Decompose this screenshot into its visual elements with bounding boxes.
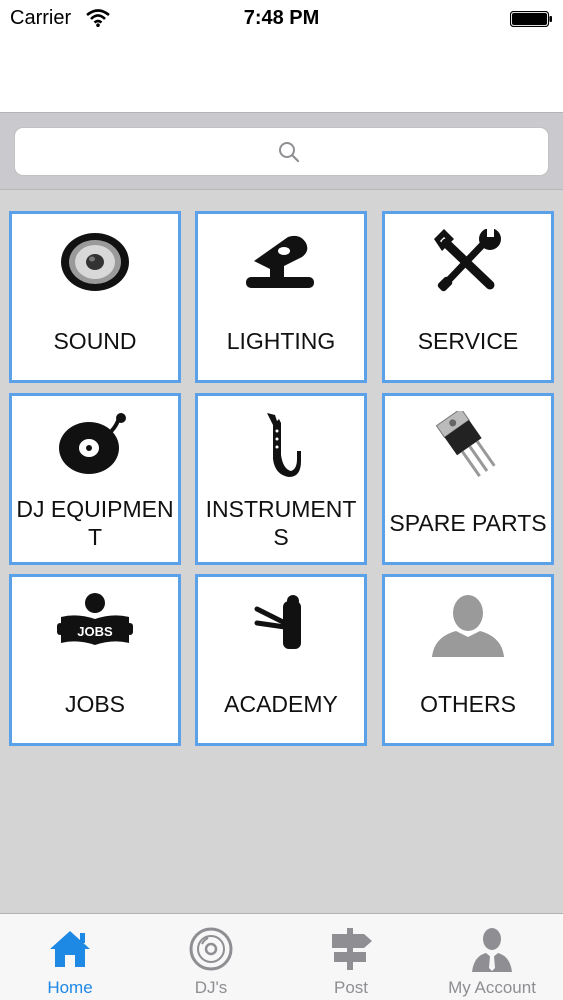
category-tile-dj-equipment[interactable]: DJ EQUIPMENT bbox=[9, 393, 181, 565]
wrench-screwdriver-icon bbox=[385, 226, 551, 298]
category-tile-spare-parts[interactable]: SPARE PARTS bbox=[382, 393, 554, 565]
stage-light-icon bbox=[198, 226, 364, 298]
tab-label: Post bbox=[333, 978, 369, 997]
tab-post[interactable]: Post bbox=[281, 914, 421, 1000]
category-label: JOBS bbox=[64, 691, 126, 717]
transistor-icon bbox=[385, 408, 551, 480]
category-tile-service[interactable]: SERVICE bbox=[382, 211, 554, 383]
tab-label: My Account bbox=[448, 978, 536, 997]
category-tile-others[interactable]: OTHERS bbox=[382, 574, 554, 746]
signpost-icon bbox=[281, 924, 421, 974]
tab-bar: Home DJ's Post My Account bbox=[0, 913, 563, 1000]
tab-label: DJ's bbox=[194, 978, 228, 997]
category-tile-academy[interactable]: ACADEMY bbox=[195, 574, 367, 746]
tab-my-account[interactable]: My Account bbox=[422, 914, 562, 1000]
account-icon bbox=[422, 924, 562, 974]
category-label: DJ EQUIPMENT bbox=[16, 496, 174, 550]
category-label: LIGHTING bbox=[226, 328, 336, 354]
app-screen: Carrier 7:48 PM SOUND LIGHTING SERVICE D… bbox=[0, 0, 563, 1000]
category-grid: SOUND LIGHTING SERVICE DJ EQUIPMENT INST… bbox=[0, 191, 563, 913]
category-label: SPARE PARTS bbox=[389, 510, 547, 536]
navigation-bar bbox=[0, 40, 563, 113]
category-tile-instruments[interactable]: INSTRUMENTS bbox=[195, 393, 367, 565]
person-icon bbox=[385, 589, 551, 661]
category-label: SOUND bbox=[53, 328, 137, 354]
home-icon bbox=[0, 924, 140, 974]
turntable-icon bbox=[12, 408, 178, 480]
category-label: OTHERS bbox=[420, 691, 516, 717]
search-box[interactable] bbox=[14, 127, 549, 176]
tab-label: Home bbox=[47, 978, 93, 997]
category-label: INSTRUMENTS bbox=[205, 496, 357, 550]
tab-djs[interactable]: DJ's bbox=[141, 914, 281, 1000]
status-time: 7:48 PM bbox=[243, 7, 320, 29]
speaker-icon bbox=[12, 226, 178, 298]
vinyl-icon bbox=[141, 924, 281, 974]
category-tile-jobs[interactable]: JOBS JOBS bbox=[9, 574, 181, 746]
category-tile-lighting[interactable]: LIGHTING bbox=[195, 211, 367, 383]
saxophone-icon bbox=[198, 408, 364, 480]
search-icon bbox=[279, 142, 300, 163]
svg-text:JOBS: JOBS bbox=[77, 624, 113, 639]
academy-icon bbox=[198, 589, 364, 661]
category-label: SERVICE bbox=[417, 328, 519, 354]
category-label: ACADEMY bbox=[224, 691, 338, 717]
search-bar bbox=[0, 113, 563, 190]
status-bar: Carrier 7:48 PM bbox=[0, 0, 563, 40]
tab-home[interactable]: Home bbox=[0, 914, 140, 1000]
battery-icon bbox=[510, 11, 552, 27]
category-tile-sound[interactable]: SOUND bbox=[9, 211, 181, 383]
jobs-icon: JOBS bbox=[12, 589, 178, 661]
